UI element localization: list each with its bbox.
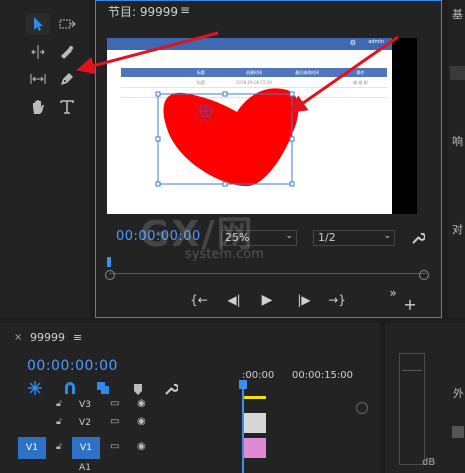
annotation-arrow-left (76, 31, 399, 114)
